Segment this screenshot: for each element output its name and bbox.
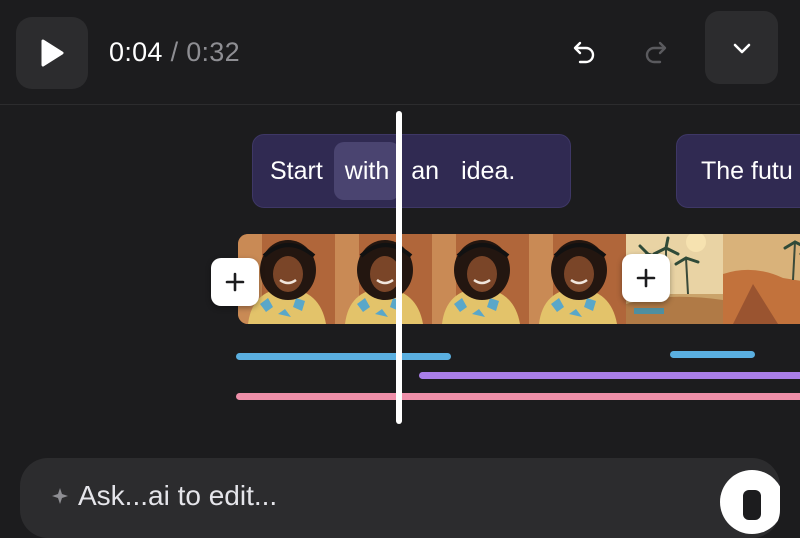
- time-display: 0:04 / 0:32: [109, 34, 240, 70]
- playhead[interactable]: [396, 111, 402, 424]
- play-button[interactable]: [16, 17, 88, 89]
- track-bar-blue[interactable]: [670, 351, 755, 358]
- add-clip-button[interactable]: [622, 254, 670, 302]
- prompt-input[interactable]: [78, 476, 678, 516]
- caption-chip[interactable]: The futu: [676, 134, 800, 208]
- collapse-button[interactable]: [705, 11, 778, 84]
- clip-frame-woman: [432, 234, 529, 324]
- clip-frame-desert: [723, 234, 800, 324]
- chevron-down-icon: [733, 43, 750, 53]
- undo-icon: [573, 41, 595, 64]
- caption-chip[interactable]: Start with an idea.: [252, 134, 571, 208]
- caption-word[interactable]: an: [400, 142, 450, 200]
- time-separator: /: [170, 37, 179, 67]
- add-clip-button[interactable]: [211, 258, 259, 306]
- track-bar-purple[interactable]: [419, 372, 800, 379]
- current-time: 0:04: [109, 37, 163, 67]
- sparkle-icon: [52, 488, 68, 504]
- total-time: 0:32: [186, 37, 240, 67]
- redo-button[interactable]: [634, 29, 678, 73]
- plus-icon: [636, 268, 656, 288]
- mic-icon: [743, 490, 761, 520]
- caption-word[interactable]: idea.: [450, 142, 526, 200]
- video-filmstrip[interactable]: [238, 234, 800, 324]
- caption-word[interactable]: Start: [259, 142, 334, 200]
- track-bar-pink[interactable]: [236, 393, 800, 400]
- plus-icon: [225, 272, 245, 292]
- editor-toolbar: 0:04 / 0:32: [0, 0, 800, 105]
- prompt-bar: [20, 458, 780, 538]
- clip-frame-woman: [529, 234, 626, 324]
- caption-word-active[interactable]: with: [333, 142, 401, 200]
- clip-frame-woman: [335, 234, 432, 324]
- play-icon: [41, 39, 64, 67]
- track-bar-blue[interactable]: [236, 353, 451, 360]
- mic-button[interactable]: [720, 470, 780, 534]
- caption-word[interactable]: The futu: [701, 156, 793, 186]
- undo-button[interactable]: [562, 29, 606, 73]
- redo-icon: [645, 41, 667, 64]
